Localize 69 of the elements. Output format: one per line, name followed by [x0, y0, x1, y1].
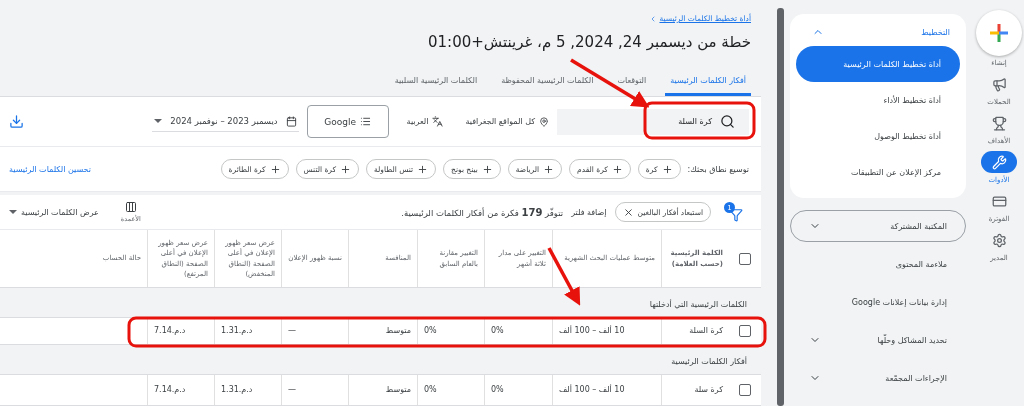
nav-group[interactable]: تحديد المشاكل وحلّها — [790, 324, 966, 356]
nav-group[interactable]: الإجراءات المجمّعة — [790, 362, 966, 394]
table-cell: 10 ألف – 100 ألف — [552, 375, 661, 405]
broaden-label: توسيع نطاق بحثك: — [687, 164, 749, 174]
table-cell: — — [281, 375, 348, 405]
plus-icon — [417, 163, 429, 175]
checkbox[interactable] — [739, 252, 751, 265]
rail-button[interactable] — [981, 151, 1017, 173]
location-selector[interactable]: كل المواقع الجغرافية — [465, 116, 549, 127]
credit-card-icon — [991, 193, 1007, 209]
pin-icon — [539, 116, 549, 127]
table-cell: كرة سلة — [661, 375, 729, 405]
tab[interactable]: الكلمات الرئيسية المحفوظة — [496, 70, 599, 96]
table-cell: متوسط — [348, 318, 417, 344]
table-cell: 0% — [417, 318, 484, 344]
table-cell: متوسط — [348, 375, 417, 405]
table-cell: 0% — [484, 318, 552, 344]
trophy-icon — [991, 115, 1007, 131]
network-selector[interactable]: Google — [306, 105, 389, 138]
plus-icon — [269, 163, 281, 175]
close-icon[interactable] — [622, 206, 634, 218]
group-label: الكلمات الرئيسية التي أدخلتها — [649, 300, 747, 309]
view-menu[interactable]: عرض الكلمات الرئيسية — [9, 207, 99, 217]
plus-icon — [340, 163, 352, 175]
nav-item[interactable]: إدارة بيانات إعلانات Google — [790, 286, 966, 318]
download-icon[interactable] — [9, 114, 24, 129]
megaphone-icon — [991, 76, 1007, 92]
table-cell: — — [281, 318, 348, 344]
translate-icon — [432, 116, 444, 127]
nav-item[interactable]: أداة تخطيط الأداء — [796, 82, 960, 118]
nav-item[interactable]: ملاءمة المحتوى — [790, 248, 966, 280]
tab[interactable]: الكلمات الرئيسية السلبية — [389, 70, 483, 96]
table-cell: 0% — [417, 375, 484, 405]
table-cell: 10 ألف – 100 ألف — [552, 318, 661, 344]
plus-icon — [543, 163, 555, 175]
plus-icon — [661, 163, 673, 175]
checkbox[interactable] — [739, 325, 751, 337]
refine-keywords-link[interactable]: تحسين الكلمات الرئيسية — [9, 164, 91, 174]
create-button[interactable] — [976, 10, 1022, 56]
columns-icon — [124, 201, 137, 213]
table-cell: 0% — [484, 375, 552, 405]
table-cell: كرة السلة — [661, 318, 729, 344]
table-cell: د.م.7.14 — [147, 318, 214, 344]
tab[interactable]: التوقعات — [612, 70, 652, 96]
wrench-icon — [991, 154, 1007, 170]
date-range-field[interactable]: ديسمبر 2023 – نوفمبر 2024 — [152, 111, 299, 132]
page-title: خطة من ديسمبر 24, 2024, 5 م، غرينتش+01:00 — [427, 33, 751, 51]
table-cell: د.م.1.31 — [214, 375, 281, 405]
table-cell: د.م.7.14 — [147, 375, 214, 405]
table-cell: د.م.1.31 — [214, 318, 281, 344]
section-title: التخطيط — [921, 27, 950, 37]
nav-item[interactable]: أداة تخطيط الكلمات الرئيسية — [796, 46, 960, 82]
plus-icon — [611, 163, 623, 175]
list-icon — [359, 116, 371, 127]
group-label: أفكار الكلمات الرئيسية — [671, 357, 747, 366]
add-filter-button[interactable]: إضافة فلتر — [571, 207, 607, 217]
caret-icon — [9, 210, 17, 214]
search-field[interactable]: كرة السلة — [557, 108, 749, 135]
plus-icon — [481, 163, 493, 175]
plus-icon — [989, 23, 1009, 43]
caret-icon — [154, 119, 163, 123]
language-selector[interactable]: العربية — [406, 116, 444, 127]
calendar-icon — [285, 115, 297, 127]
settings-icon — [991, 232, 1007, 248]
nav-item[interactable]: مركز الإعلان عن التطبيقات — [796, 154, 960, 190]
search-icon — [720, 114, 735, 129]
nav-item[interactable]: أداة تخطيط الوصول — [796, 118, 960, 154]
scrollbar[interactable] — [777, 8, 784, 406]
checkbox[interactable] — [739, 384, 751, 396]
